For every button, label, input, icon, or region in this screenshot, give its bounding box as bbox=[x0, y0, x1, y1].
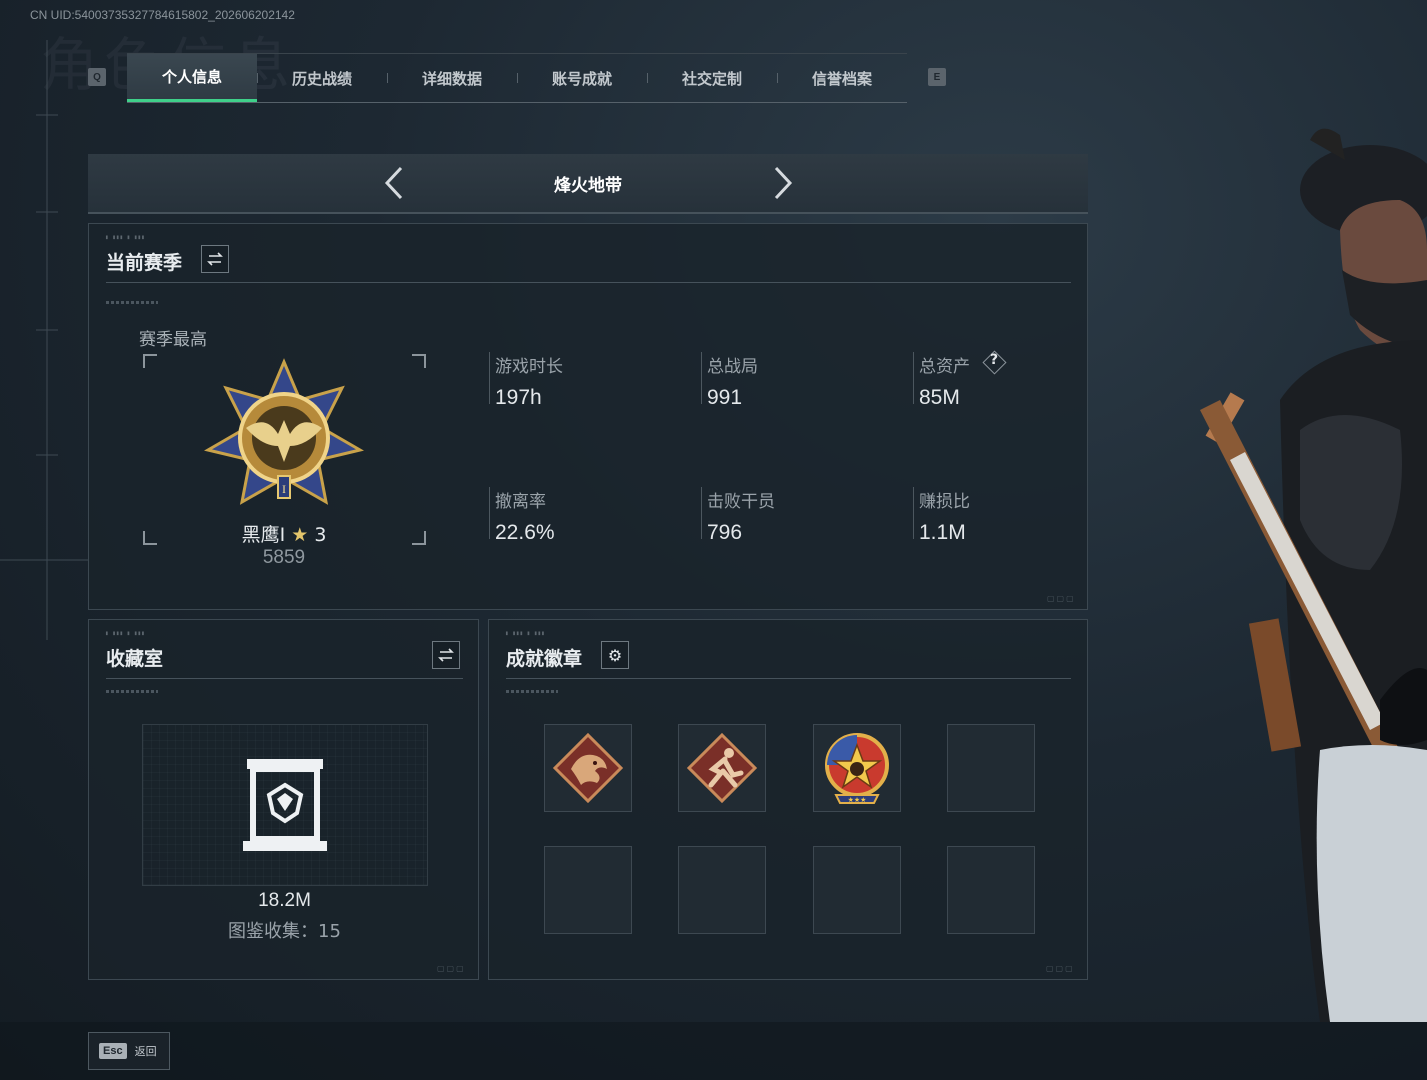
rank-star-icon: ★ bbox=[291, 524, 309, 546]
stat-value: 22.6% bbox=[495, 521, 555, 544]
badge-slot-empty[interactable] bbox=[544, 846, 632, 934]
bottom-bar bbox=[0, 1022, 1427, 1080]
help-button[interactable]: ? bbox=[982, 350, 1007, 375]
stat-label: 总战局 bbox=[707, 357, 758, 377]
stat-value: 85M bbox=[919, 386, 960, 409]
svg-text:★★★: ★★★ bbox=[848, 796, 867, 804]
collection-value: 18.2M bbox=[258, 890, 311, 911]
divider bbox=[106, 678, 463, 679]
decor-text: ▮ ▮▮▮ ▮ ▮▮▮ bbox=[105, 630, 145, 637]
season-panel: ▮ ▮▮▮ ▮ ▮▮▮ 当前赛季 赛季最高 I 黑鹰I ★ 3 5859 游戏时… bbox=[88, 223, 1088, 610]
tab-history[interactable]: 历史战绩 bbox=[257, 54, 387, 102]
tab-personal-info[interactable]: 个人信息 bbox=[127, 54, 257, 102]
rank-stars: 3 bbox=[314, 524, 327, 546]
season-title: 当前赛季 bbox=[106, 252, 183, 274]
rank-points: 5859 bbox=[262, 547, 306, 568]
badge-settings-button[interactable]: ⚙ bbox=[601, 641, 629, 669]
help-icon: ? bbox=[989, 352, 999, 368]
swap-icon bbox=[438, 648, 454, 662]
badge-slot-empty[interactable] bbox=[813, 846, 901, 934]
stat-value: 1.1M bbox=[919, 521, 966, 544]
swap-icon bbox=[207, 252, 223, 266]
badge-slot[interactable] bbox=[544, 724, 632, 812]
tab-detailed-data[interactable]: 详细数据 bbox=[387, 54, 517, 102]
frame-corner bbox=[143, 354, 157, 368]
stat-label: 击败干员 bbox=[707, 492, 775, 512]
decor-text: ▮ ▮▮▮ ▮ ▮▮▮ bbox=[505, 630, 545, 637]
codex-count: 图鉴收集：15 bbox=[228, 921, 341, 942]
prev-tab-key[interactable]: Q bbox=[88, 68, 106, 86]
collection-preview[interactable] bbox=[142, 724, 428, 886]
badge-slot[interactable]: ★★★ bbox=[813, 724, 901, 812]
divider bbox=[506, 678, 1071, 679]
operator-character bbox=[1200, 128, 1427, 1022]
swap-collection-button[interactable] bbox=[432, 641, 460, 669]
tab-social[interactable]: 社交定制 bbox=[647, 54, 777, 102]
stat-value: 796 bbox=[707, 521, 743, 544]
back-label: 返回 bbox=[134, 1045, 157, 1058]
stat-separator bbox=[701, 487, 702, 539]
tab-reputation[interactable]: 信誉档案 bbox=[777, 54, 907, 102]
collection-panel: ▮ ▮▮▮ ▮ ▮▮▮ 收藏室 18.2M 图鉴收集：15 ▢▢▢ bbox=[88, 619, 479, 980]
back-button[interactable]: Esc 返回 bbox=[88, 1032, 170, 1070]
badge-slot-empty[interactable] bbox=[678, 846, 766, 934]
stat-separator bbox=[489, 487, 490, 539]
stat-label: 游戏时长 bbox=[495, 357, 563, 377]
tab-achievements[interactable]: 账号成就 bbox=[517, 54, 647, 102]
decor-bar bbox=[106, 301, 158, 304]
player-uid: CN UID:5400373532778461580​2_20260620214… bbox=[30, 8, 295, 22]
stat-separator bbox=[489, 352, 490, 404]
divider bbox=[106, 282, 1071, 283]
badges-title: 成就徽章 bbox=[506, 648, 583, 670]
stat-label: 赚损比 bbox=[919, 492, 970, 512]
season-best-label: 赛季最高 bbox=[139, 330, 207, 350]
next-tab-key[interactable]: E bbox=[928, 68, 946, 86]
esc-key: Esc bbox=[99, 1043, 127, 1059]
stat-value: 991 bbox=[707, 386, 743, 409]
background-grid bbox=[0, 40, 88, 640]
decor-text: ▮ ▮▮▮ ▮ ▮▮▮ bbox=[105, 234, 145, 241]
stat-separator bbox=[913, 487, 914, 539]
frame-corner bbox=[412, 354, 426, 368]
stat-label: 撤离率 bbox=[495, 492, 546, 512]
collection-title: 收藏室 bbox=[106, 648, 164, 670]
rank-eagle-icon: I bbox=[203, 358, 365, 505]
rank-line: 黑鹰I ★ 3 bbox=[89, 520, 479, 547]
swap-season-button[interactable] bbox=[201, 245, 229, 273]
decor-dots: ▢▢▢ bbox=[1047, 594, 1076, 603]
rank-name: 黑鹰I bbox=[241, 524, 286, 546]
stat-label: 总资产 bbox=[919, 357, 970, 377]
mode-switcher: 烽火地带 bbox=[88, 154, 1088, 214]
decor-dots: ▢▢▢ bbox=[1046, 964, 1075, 973]
badge-slot[interactable] bbox=[678, 724, 766, 812]
decor-bar bbox=[506, 690, 558, 693]
chevron-right-icon[interactable] bbox=[766, 164, 796, 202]
stat-value: 197h bbox=[495, 386, 542, 409]
badge-slot-empty[interactable] bbox=[947, 846, 1035, 934]
star-skull-badge-icon: ★★★ bbox=[825, 733, 889, 804]
tab-bar: 个人信息 历史战绩 详细数据 账号成就 社交定制 信誉档案 bbox=[127, 53, 907, 103]
decor-bar bbox=[106, 690, 158, 693]
decor-dots: ▢▢▢ bbox=[437, 964, 466, 973]
runner-badge-icon bbox=[686, 732, 758, 804]
svg-text:I: I bbox=[282, 482, 286, 496]
stat-separator bbox=[701, 352, 702, 404]
badge-slot-empty[interactable] bbox=[947, 724, 1035, 812]
gear-icon: ⚙ bbox=[607, 645, 623, 665]
dragon-badge-icon bbox=[552, 732, 624, 804]
stat-separator bbox=[913, 352, 914, 404]
badges-panel: ▮ ▮▮▮ ▮ ▮▮▮ 成就徽章 ⚙ ★★★ ▢▢▢ bbox=[488, 619, 1088, 980]
mode-name: 烽火地带 bbox=[554, 176, 622, 196]
vault-icon bbox=[243, 759, 327, 851]
